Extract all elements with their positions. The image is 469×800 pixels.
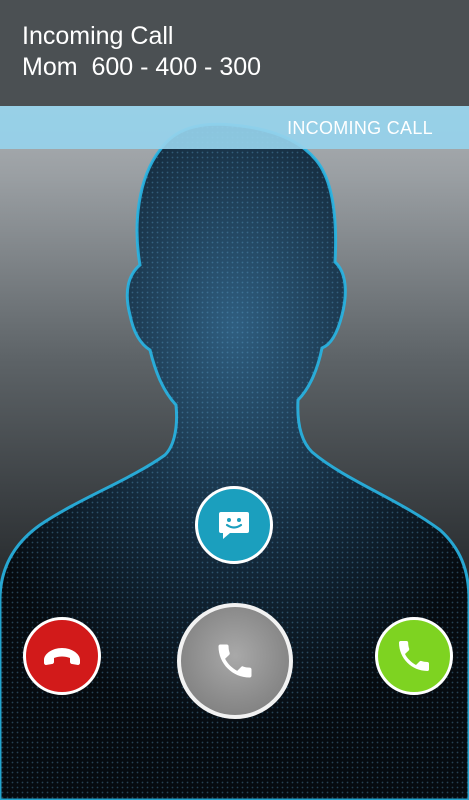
- caller-number: 600 - 400 - 300: [91, 53, 262, 81]
- phone-icon: [399, 641, 429, 671]
- reply-message-button[interactable]: [195, 486, 273, 564]
- accept-call-button[interactable]: [375, 617, 453, 695]
- call-header: Incoming Call Mom 600 - 400 - 300: [0, 0, 469, 106]
- call-title: Incoming Call: [22, 22, 174, 50]
- phone-icon: [218, 644, 252, 678]
- decline-call-button[interactable]: [23, 617, 101, 695]
- call-status-label: INCOMING CALL: [287, 118, 433, 138]
- caller-name: Mom: [22, 53, 78, 81]
- phone-hangup-icon: [44, 648, 80, 665]
- incoming-call-screen: Incoming Call Mom 600 - 400 - 300 INCOMI…: [0, 0, 469, 800]
- call-status-bar: INCOMING CALL: [0, 106, 469, 149]
- message-smile-icon: [219, 512, 249, 539]
- caller-info: Mom 600 - 400 - 300: [22, 53, 261, 82]
- answer-slider-handle[interactable]: [177, 603, 293, 719]
